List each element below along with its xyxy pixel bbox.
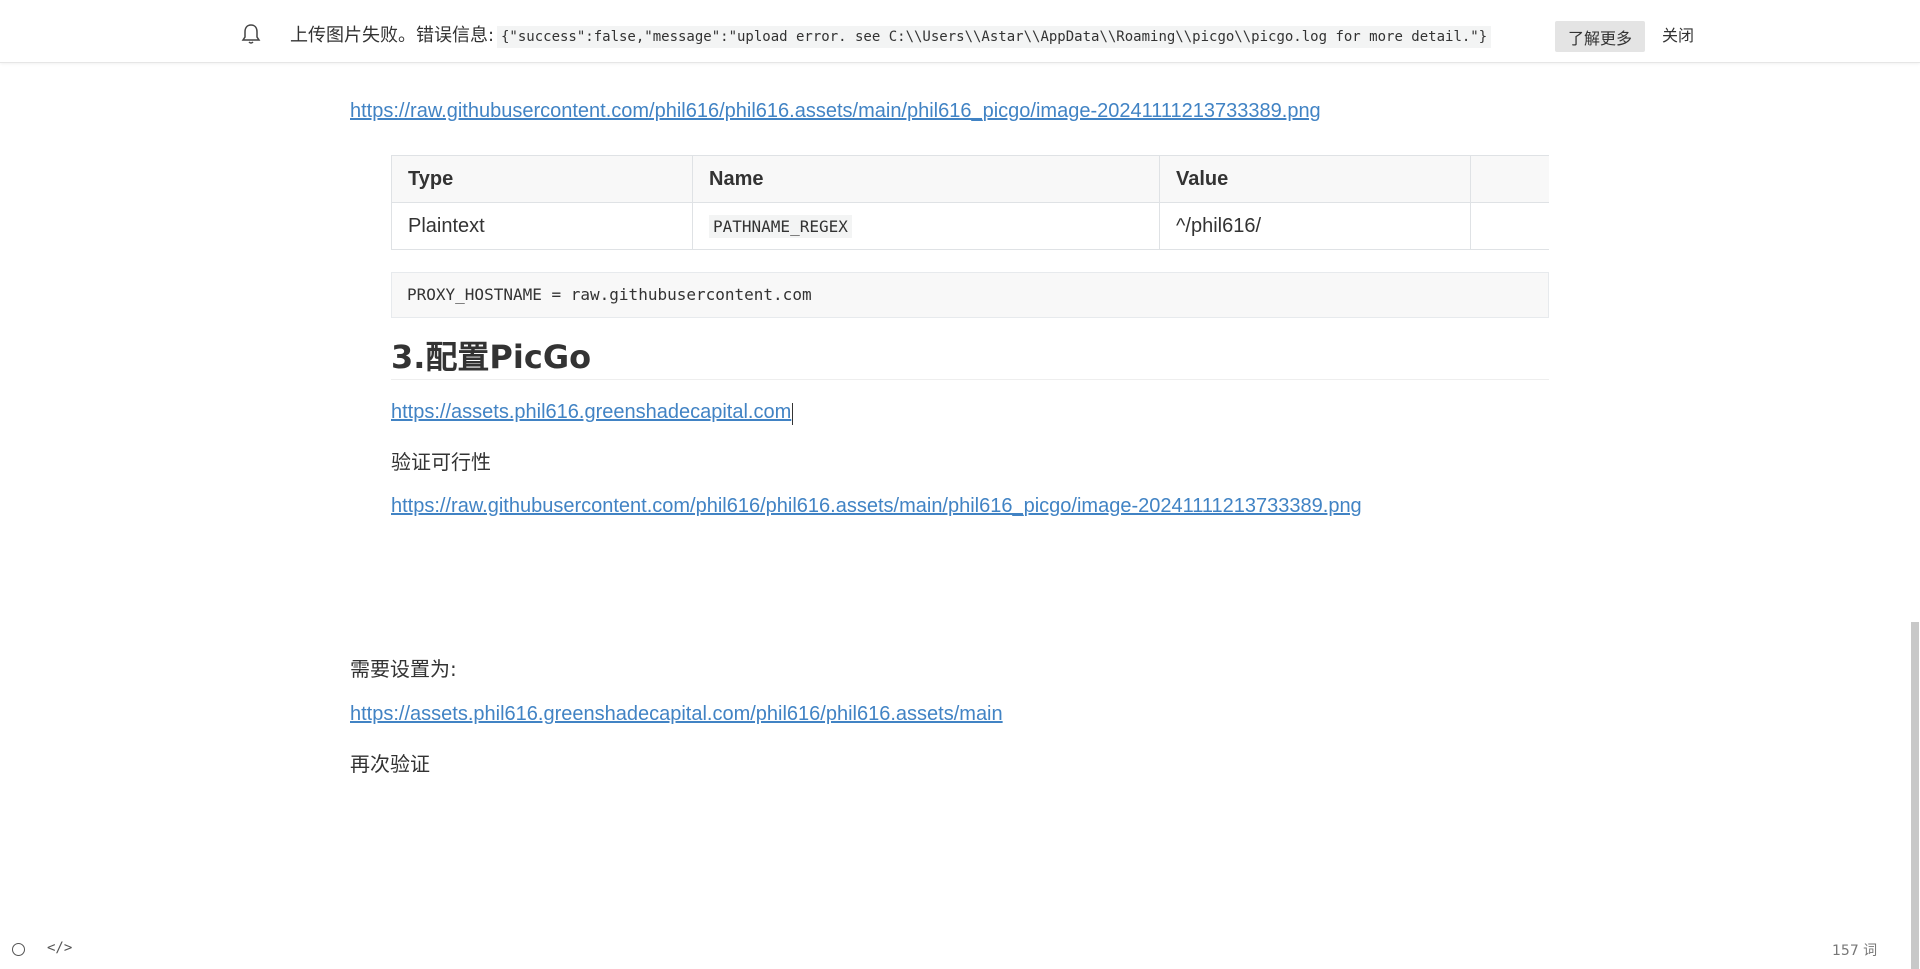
section-heading: 3.配置PicGo [391,338,592,376]
table-cell-name[interactable]: PATHNAME_REGEX [692,202,1160,250]
heading-divider [391,379,1549,380]
code-block[interactable]: PROXY_HOSTNAME = raw.githubusercontent.c… [391,272,1549,318]
table-cell-value[interactable]: ^/phil616/ [1159,202,1471,250]
circle-icon[interactable] [12,943,25,956]
close-notification-button[interactable]: 关闭 [1662,24,1694,48]
notification-message: 上传图片失败。错误信息: [290,25,495,46]
need-set-text: 需要设置为: [350,657,457,681]
config-link-line: https://assets.phil616.greenshadecapital… [391,401,794,425]
reverify-text: 再次验证 [350,752,430,776]
inline-code: PATHNAME_REGEX [709,214,852,238]
text-caret [792,402,794,425]
table-header-name: Name [692,155,1160,203]
bell-icon [241,24,261,44]
scrollbar-thumb[interactable] [1911,622,1919,969]
verify-text: 验证可行性 [391,450,491,474]
learn-more-button[interactable]: 了解更多 [1555,21,1645,52]
top-image-link[interactable]: https://raw.githubusercontent.com/phil61… [350,100,1321,123]
word-count: 157 词 [1832,943,1878,959]
notification-bar: 上传图片失败。错误信息: {"success":false,"message":… [0,0,1920,63]
set-link[interactable]: https://assets.phil616.greenshadecapital… [350,703,1003,726]
table-row: Plaintext PATHNAME_REGEX ^/phil616/ [391,202,1549,250]
table-cell-type[interactable]: Plaintext [391,202,693,250]
table-header-extra [1470,155,1549,203]
table-cell-extra[interactable] [1470,202,1549,250]
notification-error-detail: {"success":false,"message":"upload error… [497,26,1492,48]
table-header-row: Type Name Value [391,155,1549,203]
table-header-type: Type [391,155,693,203]
verify-link[interactable]: https://raw.githubusercontent.com/phil61… [391,495,1362,518]
table-header-value: Value [1159,155,1471,203]
config-table-wrapper: Type Name Value Plaintext PATHNAME_REGEX… [391,155,1549,250]
config-link[interactable]: https://assets.phil616.greenshadecapital… [391,401,791,423]
code-icon[interactable]: </> [47,940,72,956]
config-table: Type Name Value Plaintext PATHNAME_REGEX… [391,155,1549,250]
